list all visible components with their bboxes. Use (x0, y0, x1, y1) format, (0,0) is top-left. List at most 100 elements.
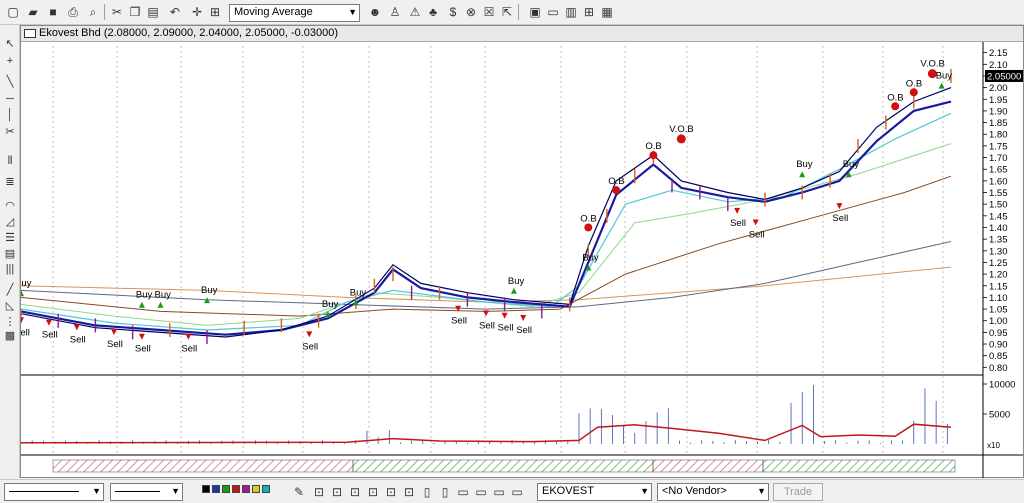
open-folder-icon[interactable]: ▰ (24, 3, 42, 21)
price-tick-label: 1.00 (989, 316, 1008, 327)
crosshair-icon[interactable]: ✛ (188, 3, 206, 21)
object-icon[interactable]: ⊡ (400, 483, 418, 501)
style-icon[interactable]: ✎ (290, 483, 308, 501)
zoom-icon[interactable]: ⊞ (206, 3, 224, 21)
color-swatch-yellow[interactable] (252, 485, 260, 493)
pointer-icon[interactable]: ↖ (2, 35, 18, 51)
price-tick-label: 1.20 (989, 270, 1008, 281)
money-icon[interactable]: $ (444, 3, 462, 21)
price-tick-label: 0.85 (989, 351, 1008, 362)
arrange-icon[interactable]: ▦ (598, 3, 616, 21)
trade-button[interactable]: Trade (773, 483, 823, 501)
color-swatch-cyan[interactable] (262, 485, 270, 493)
page-icon[interactable]: ▯ (418, 483, 436, 501)
explorer-icon[interactable]: ♣ (424, 3, 442, 21)
buy-label: Buy (322, 299, 339, 310)
volume-ma-line (21, 423, 952, 444)
copy-icon[interactable]: ❐ (126, 3, 144, 21)
page2-icon[interactable]: ▯ (436, 483, 454, 501)
tile-grid-icon[interactable]: ⊞ (580, 3, 598, 21)
window-icon-2[interactable]: ▭ (472, 483, 490, 501)
retracement-icon[interactable]: ☰ (2, 229, 18, 245)
new-file-icon[interactable]: ▢ (4, 3, 22, 21)
tile-horizontal-icon[interactable]: ▭ (544, 3, 562, 21)
undo-icon[interactable]: ↶ (166, 3, 184, 21)
sell-label: Sell (302, 341, 318, 352)
fibonacci-icon[interactable]: ≣ (2, 173, 18, 189)
window-icon-4[interactable]: ▭ (508, 483, 526, 501)
sell-label: Sell (42, 330, 58, 341)
symbol-select[interactable]: EKOVEST ▼ (537, 483, 652, 501)
vob-marker (927, 69, 937, 79)
arc-icon[interactable]: ◠ (2, 197, 18, 213)
alert-icon[interactable]: ⚠ (406, 3, 424, 21)
price-tick-label: 2.15 (989, 48, 1008, 59)
horizontal-line-icon[interactable]: ─ (2, 91, 18, 107)
chart-window[interactable]: Ekovest Bhd (2.08000, 2.09000, 2.04000, … (20, 25, 1024, 478)
ob-marker (891, 102, 900, 111)
print-icon[interactable]: ⎙ (64, 3, 82, 21)
insert-icon[interactable]: ⊡ (310, 483, 328, 501)
andrews-pitchfork-icon[interactable]: ╱ (2, 281, 18, 297)
cross-tool-icon[interactable]: + (2, 53, 18, 69)
color-swatch-red[interactable] (232, 485, 240, 493)
help-pointer-icon[interactable]: ⇱ (498, 3, 516, 21)
grid-lines-icon[interactable]: ▤ (2, 245, 18, 261)
price-tick-label: 1.75 (989, 141, 1008, 152)
print-preview-icon[interactable]: ⌕ (84, 3, 102, 21)
layer-icon[interactable]: ⊡ (382, 483, 400, 501)
sell-label: Sell (107, 339, 123, 350)
toggle-icon[interactable]: ☒ (480, 3, 498, 21)
vertical-line-icon[interactable]: │ (2, 107, 18, 123)
price-tick-label: 1.45 (989, 211, 1008, 222)
vendor-select[interactable]: <No Vendor> ▼ (657, 483, 769, 501)
sell-label: Sell (451, 316, 467, 327)
color-swatch-purple[interactable] (242, 485, 250, 493)
color-swatch-black[interactable] (202, 485, 210, 493)
tile-vertical-icon[interactable]: ▥ (562, 3, 580, 21)
price-tick-label: 0.90 (989, 340, 1008, 351)
chart-canvas[interactable]: 2.152.102.052.001.951.901.851.801.751.70… (21, 42, 1023, 478)
gann-fan-icon[interactable]: ◺ (2, 297, 18, 313)
sell-label: Sell (498, 323, 514, 334)
save-icon[interactable]: ■ (44, 3, 62, 21)
sell-label: Sell (21, 327, 30, 338)
scissors-icon[interactable]: ✂ (2, 123, 18, 139)
trend-band-red (52, 459, 354, 473)
cascade-windows-icon[interactable]: ▣ (526, 3, 544, 21)
pattern-icon[interactable]: ▩ (2, 327, 18, 343)
sell-label: Sell (70, 334, 86, 345)
color-swatch-blue[interactable] (212, 485, 220, 493)
color-swatch-green[interactable] (222, 485, 230, 493)
time-zones-icon[interactable]: ||| (2, 261, 18, 277)
layout-icon[interactable]: ⊡ (346, 483, 364, 501)
ob-marker (649, 151, 658, 160)
expert-icon[interactable]: ☻ (366, 3, 384, 21)
price-tick-label: 2.00 (989, 83, 1008, 94)
window-icon-1[interactable]: ▭ (454, 483, 472, 501)
sell-label: Sell (749, 229, 765, 240)
trendline-icon[interactable]: ╲ (2, 73, 18, 89)
ob-label: O.B (608, 176, 624, 187)
vob-marker (676, 134, 686, 144)
analyst-icon[interactable]: ♙ (386, 3, 404, 21)
line-weight-select[interactable]: ▼ (110, 483, 183, 501)
scan-icon[interactable]: ⊗ (462, 3, 480, 21)
channel-icon[interactable]: ⫴ (2, 153, 18, 169)
paste-icon[interactable]: ▤ (144, 3, 162, 21)
vendor-value: <No Vendor> (662, 485, 727, 497)
trend-band-green (352, 459, 654, 473)
line-style-select[interactable]: ▼ (4, 483, 104, 501)
indicator-select[interactable]: Moving Average ▼ (229, 4, 360, 22)
vob-label: V.O.B (669, 124, 693, 135)
price-tick-label: 1.70 (989, 153, 1008, 164)
window-icon (24, 29, 36, 38)
cut-icon[interactable]: ✂ (108, 3, 126, 21)
fan-icon[interactable]: ◿ (2, 213, 18, 229)
snapshot-icon[interactable]: ⊡ (328, 483, 346, 501)
ob-label: O.B (887, 92, 903, 103)
template-icon[interactable]: ⊡ (364, 483, 382, 501)
main-toolbar: ▢ ▰ ■ ⎙ ⌕ ✂ ❐ ▤ ↶ ✛ ⊞ Moving Average ▼ ☻… (0, 0, 1024, 25)
window-icon-3[interactable]: ▭ (490, 483, 508, 501)
buy-label: Buy (21, 278, 32, 289)
